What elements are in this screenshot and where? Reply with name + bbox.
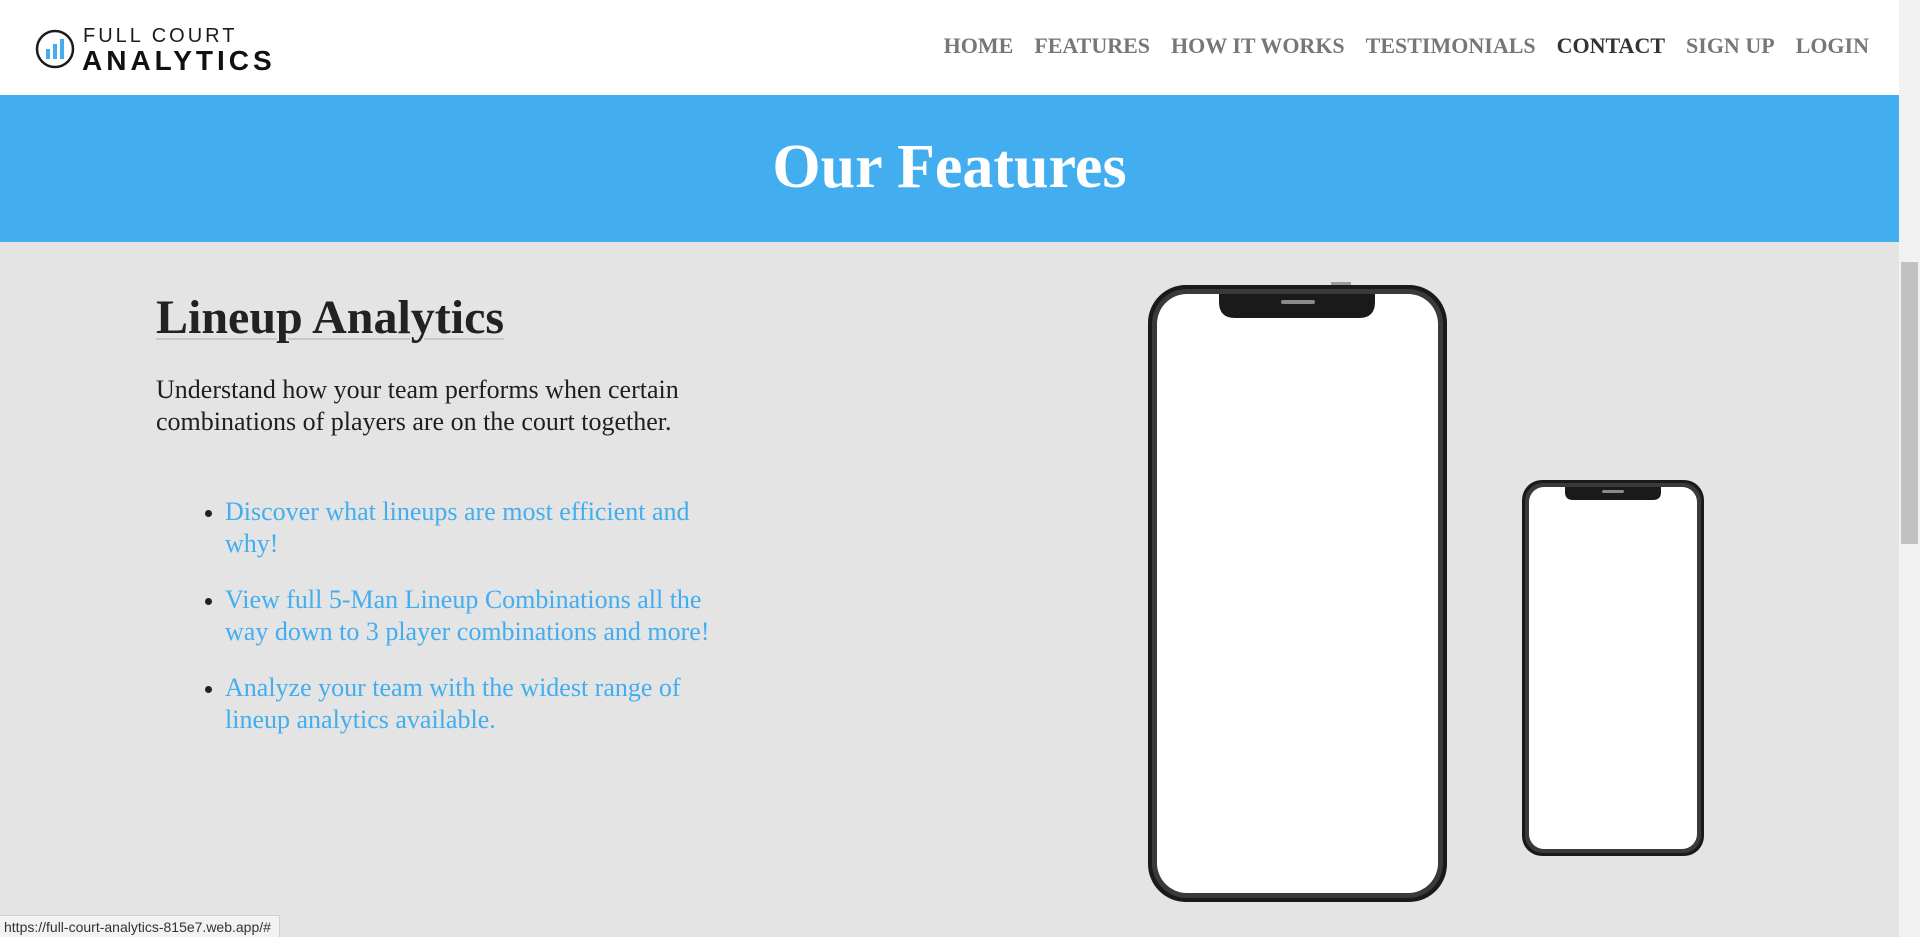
nav-features[interactable]: FEATURES	[1034, 33, 1150, 59]
scrollbar-thumb[interactable]	[1901, 262, 1918, 544]
feature-bullet: View full 5-Man Lineup Combinations all …	[225, 584, 745, 648]
feature-bullet: Discover what lineups are most efficient…	[225, 496, 745, 560]
nav-contact[interactable]: CONTACT	[1557, 33, 1665, 59]
phone-mockup-small	[1522, 480, 1704, 856]
nav-home[interactable]: HOME	[944, 33, 1014, 59]
feature-bullet-list: Discover what lineups are most efficient…	[156, 496, 745, 760]
page: FULL COURT ANALYTICS HOME FEATURES HOW I…	[0, 0, 1920, 937]
site-header: FULL COURT ANALYTICS HOME FEATURES HOW I…	[0, 0, 1899, 95]
features-banner: Our Features	[0, 95, 1899, 242]
feature-description: Understand how your team performs when c…	[156, 375, 679, 436]
vertical-scrollbar[interactable]	[1899, 0, 1920, 937]
nav-login[interactable]: LOGIN	[1796, 33, 1869, 59]
feature-bullet: Analyze your team with the widest range …	[225, 672, 745, 736]
logo[interactable]: FULL COURT ANALYTICS	[35, 25, 295, 76]
nav-sign-up[interactable]: SIGN UP	[1686, 33, 1775, 59]
logo-text-bottom: ANALYTICS	[82, 45, 276, 76]
feature-title: Lineup Analytics	[156, 291, 505, 344]
page-title: Our Features	[772, 132, 1127, 201]
main-nav: HOME FEATURES HOW IT WORKS TESTIMONIALS …	[944, 33, 1869, 59]
nav-testimonials[interactable]: TESTIMONIALS	[1366, 33, 1536, 59]
bar-chart-circle-icon	[35, 29, 75, 69]
nav-how-it-works[interactable]: HOW IT WORKS	[1171, 33, 1345, 59]
phone-mockup-large	[1148, 282, 1447, 902]
status-bar-url: https://full-court-analytics-815e7.web.a…	[0, 915, 280, 937]
